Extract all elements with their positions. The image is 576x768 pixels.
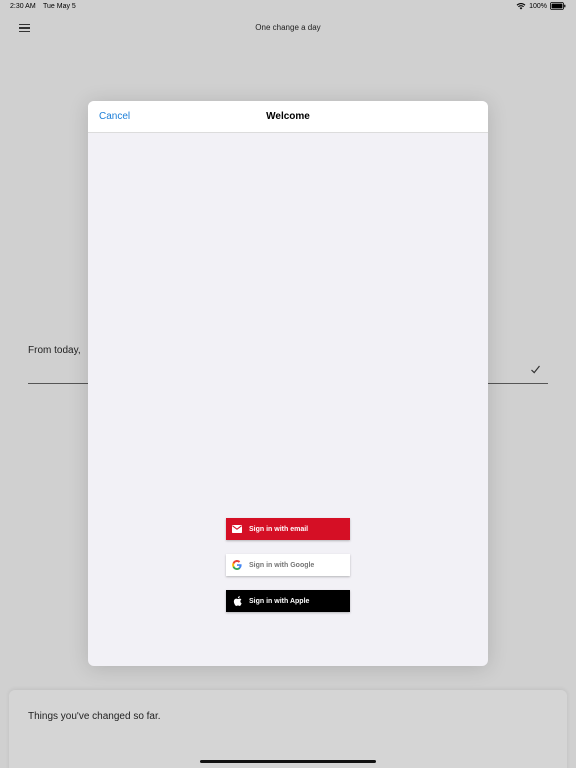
battery-percent: 100% xyxy=(529,2,547,10)
mail-icon xyxy=(226,518,248,540)
home-indicator xyxy=(200,760,376,763)
change-input-underline-right xyxy=(486,383,548,384)
battery-icon xyxy=(550,2,566,10)
change-prompt-label: From today, xyxy=(28,345,81,356)
sign-in-email-label: Sign in with email xyxy=(249,525,309,533)
history-card[interactable]: Things you've changed so far. xyxy=(9,690,567,768)
sign-in-google-label: Sign in with Google xyxy=(249,561,315,569)
google-icon xyxy=(226,554,248,576)
status-date: Tue May 5 xyxy=(43,3,76,10)
app-title: One change a day xyxy=(255,23,321,32)
modal-header: Cancel Welcome xyxy=(88,101,488,133)
sign-in-apple-label: Sign in with Apple xyxy=(249,597,310,605)
sign-in-google-button[interactable]: Sign in with Google xyxy=(226,554,350,576)
welcome-modal: Cancel Welcome Sign in with email Sign i… xyxy=(88,101,488,666)
wifi-icon xyxy=(516,3,526,10)
status-time: 2:30 AM xyxy=(10,3,36,10)
checkmark-icon[interactable] xyxy=(530,364,541,375)
status-bar: 2:30 AM Tue May 5 100% xyxy=(0,0,576,14)
apple-icon xyxy=(226,590,248,612)
change-input-underline xyxy=(28,383,90,384)
modal-title: Welcome xyxy=(266,111,310,122)
sign-in-email-button[interactable]: Sign in with email xyxy=(226,518,350,540)
history-heading: Things you've changed so far. xyxy=(28,711,161,722)
status-indicators: 100% xyxy=(516,2,566,10)
sign-in-apple-button[interactable]: Sign in with Apple xyxy=(226,590,350,612)
